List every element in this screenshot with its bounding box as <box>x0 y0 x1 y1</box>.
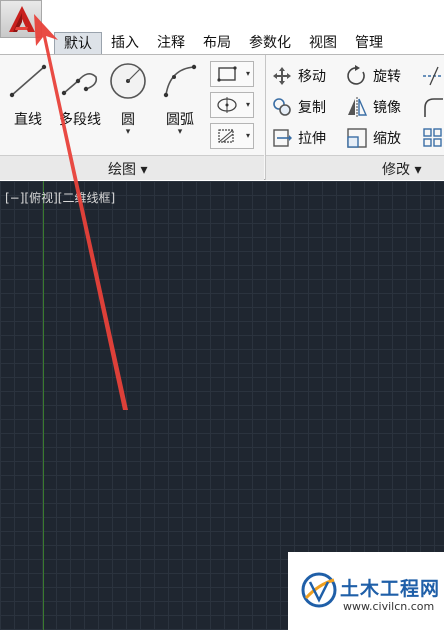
watermark-url: www.civilcn.com <box>343 600 435 613</box>
watermark: 土木工程网 www.civilcn.com <box>288 552 444 630</box>
array-tool[interactable] <box>422 125 444 151</box>
rectangle-tool[interactable]: ▾ <box>210 61 254 87</box>
circle-tool[interactable]: 圆 ▾ <box>102 59 154 141</box>
gradient-dropdown-icon: ▾ <box>245 131 250 140</box>
stretch-label: 拉伸 <box>298 131 326 147</box>
arc-icon <box>163 64 197 98</box>
line-tool-label: 直线 <box>14 112 42 128</box>
gradient-tool[interactable]: ▾ <box>210 123 254 149</box>
polyline-tool-label: 多段线 <box>59 112 101 128</box>
draw-panel-title: 绘图 ▾ <box>108 162 148 178</box>
draw-panel-footer[interactable]: 绘图 ▾ <box>0 155 264 180</box>
polyline-icon <box>61 73 98 96</box>
mirror-icon <box>348 97 368 117</box>
circle-tool-label: 圆 <box>121 112 135 128</box>
watermark-name: 土木工程网 <box>340 578 441 600</box>
fillet-icon <box>424 98 443 117</box>
arc-tool[interactable]: 圆弧 ▾ <box>154 59 206 141</box>
fillet-tool[interactable] <box>422 94 444 120</box>
modify-panel-title: 修改 ▾ <box>382 162 422 178</box>
ribbon-tab-strip: 默认 插入 注释 布局 参数化 视图 管理 <box>54 32 444 54</box>
line-icon <box>9 64 47 98</box>
scale-label: 缩放 <box>373 131 401 147</box>
rectangle-dropdown-icon: ▾ <box>245 69 250 78</box>
hatch-dropdown-icon: ▾ <box>245 100 250 109</box>
trim-icon <box>423 66 443 86</box>
polyline-tool[interactable]: 多段线 <box>54 59 106 141</box>
copy-label: 复制 <box>298 100 326 116</box>
move-label: 移动 <box>298 69 326 85</box>
application-menu-button[interactable] <box>0 0 42 38</box>
hatch-tool[interactable]: ▾ <box>210 92 254 118</box>
tab-view[interactable]: 视图 <box>300 32 346 54</box>
tab-manage[interactable]: 管理 <box>346 32 392 54</box>
stretch-icon <box>273 129 292 147</box>
move-icon <box>273 67 291 85</box>
scale-icon <box>347 128 367 148</box>
hatch-icon <box>217 97 237 113</box>
copy-tool[interactable]: 复制 <box>271 94 326 120</box>
tab-layout[interactable]: 布局 <box>194 32 240 54</box>
stretch-tool[interactable]: 拉伸 <box>271 125 326 151</box>
tab-default[interactable]: 默认 <box>54 32 102 54</box>
civilcn-logo-icon <box>301 572 337 608</box>
circle-icon <box>110 63 146 99</box>
tab-parametric[interactable]: 参数化 <box>240 32 300 54</box>
rotate-icon <box>347 65 365 85</box>
scale-tool[interactable]: 缩放 <box>346 125 401 151</box>
y-axis-line <box>43 181 44 630</box>
tab-insert[interactable]: 插入 <box>102 32 148 54</box>
mirror-tool[interactable]: 镜像 <box>346 94 401 120</box>
line-tool[interactable]: 直线 <box>2 59 54 141</box>
mirror-label: 镜像 <box>373 100 401 116</box>
viewport-controls-label[interactable]: [−][俯视][二维线框] <box>5 189 115 206</box>
rotate-label: 旋转 <box>373 69 401 85</box>
trim-tool[interactable] <box>422 63 444 89</box>
copy-icon <box>273 98 291 116</box>
modify-panel-footer[interactable]: 修改 ▾ <box>266 155 444 180</box>
move-tool[interactable]: 移动 <box>271 63 326 89</box>
tab-annotate[interactable]: 注释 <box>148 32 194 54</box>
arc-dropdown-icon[interactable]: ▾ <box>154 127 206 137</box>
rectangle-icon <box>217 66 237 82</box>
gradient-icon <box>218 129 234 143</box>
array-icon <box>423 128 442 147</box>
draw-panel: 直线 多段线 圆 ▾ 圆弧 ▾ ▾ ▾ ▾ 绘图 ▾ <box>0 55 264 180</box>
arc-tool-label: 圆弧 <box>166 112 194 128</box>
title-bar: 默认 插入 注释 布局 参数化 视图 管理 <box>0 0 444 54</box>
modify-panel: 移动 旋转 复制 镜像 拉伸 缩放 修改 ▾ <box>265 55 444 180</box>
autocad-logo-icon <box>9 6 35 32</box>
ribbon: 直线 多段线 圆 ▾ 圆弧 ▾ ▾ ▾ ▾ 绘图 ▾ 移动 旋转 复制 镜像 拉… <box>0 54 444 180</box>
rotate-tool[interactable]: 旋转 <box>346 63 401 89</box>
circle-dropdown-icon[interactable]: ▾ <box>102 127 154 137</box>
